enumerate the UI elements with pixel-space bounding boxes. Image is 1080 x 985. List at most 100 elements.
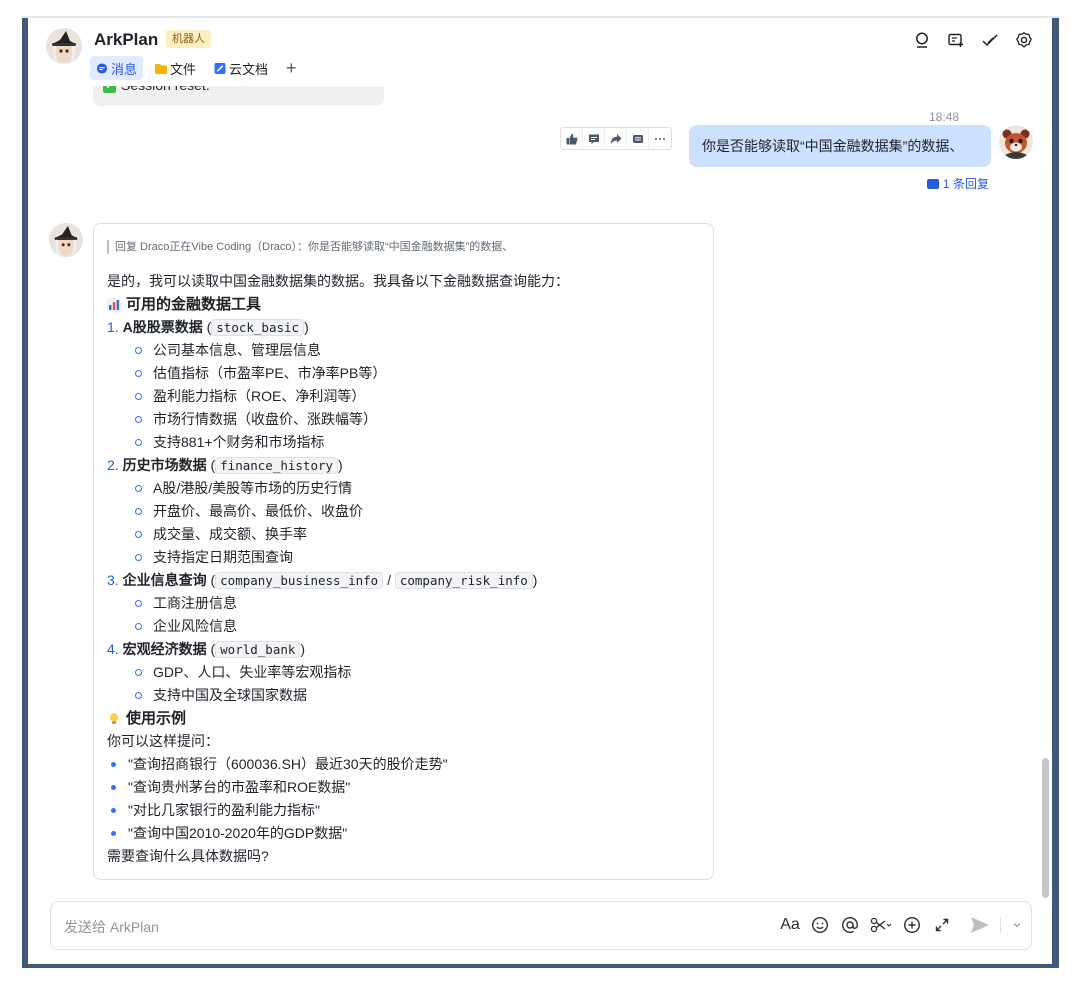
list-item: 支持指定日期范围查询	[107, 546, 707, 569]
app-frame: ArkPlan 机器人 消息 文件 云文档 + ✓ 18:48 你是否能够读取“…	[0, 0, 1080, 985]
user-message-bubble[interactable]: 你是否能够读取“中国金融数据集”的数据、	[689, 125, 991, 167]
bot-reply-avatar[interactable]	[49, 223, 83, 257]
emoji-icon[interactable]	[810, 914, 830, 936]
add-tab-button[interactable]: +	[280, 56, 303, 80]
chat-bubble-icon	[96, 62, 108, 74]
message-toolbar	[560, 127, 672, 150]
user-avatar[interactable]	[999, 125, 1033, 159]
search-icon[interactable]	[912, 30, 932, 50]
tab-files[interactable]: 文件	[149, 56, 202, 80]
witch-avatar-icon	[46, 28, 82, 64]
list-item-text: GDP、人口、失业率等宏观指标	[153, 664, 352, 680]
chat-window: ArkPlan 机器人 消息 文件 云文档 + ✓ 18:48 你是否能够读取“…	[28, 18, 1052, 964]
settings-icon[interactable]	[1014, 30, 1034, 50]
bot-badge: 机器人	[166, 30, 211, 48]
list-item: "对比几家银行的盈利能力指标"	[107, 799, 707, 822]
frame-right-edge	[1052, 18, 1059, 966]
tool-name: A股股票数据	[122, 319, 203, 335]
hollow-bullet-icon	[135, 669, 142, 676]
tab-files-label: 文件	[170, 61, 197, 77]
hollow-bullet-icon	[135, 393, 142, 400]
tool-code[interactable]: company_business_info	[215, 572, 384, 589]
list-item: 支持中国及全球国家数据	[107, 684, 707, 707]
hollow-bullet-icon	[135, 692, 142, 699]
reply-bubble-icon	[927, 178, 939, 189]
hollow-bullet-icon	[135, 600, 142, 607]
reply-quote[interactable]: 回复 Draco正在Vibe Coding（Draco）：你是否能够读取“中国金…	[107, 240, 513, 254]
hollow-bullet-icon	[135, 508, 142, 515]
tool-code[interactable]: finance_history	[215, 457, 339, 474]
tab-docs[interactable]: 云文档	[208, 56, 274, 80]
list-item: 估值指标（市盈率PE、市净率PB等）	[107, 362, 707, 385]
ellipsis-icon[interactable]	[649, 128, 671, 149]
chat-tabs: 消息 文件 云文档 +	[90, 56, 303, 80]
list-item-text: 企业风险信息	[153, 618, 237, 634]
list-item-text: "查询中国2010-2020年的GDP数据"	[128, 825, 348, 841]
bar-chart-icon	[107, 297, 121, 312]
list-item-text: 盈利能力指标（ROE、净利润等）	[153, 388, 366, 404]
list-item-text: A股/港股/美股等市场的历史行情	[153, 480, 353, 496]
tool-name: 宏观经济数据	[122, 641, 207, 657]
new-chat-icon[interactable]	[946, 30, 966, 50]
reply-count-label: 1 条回复	[943, 177, 990, 191]
bot-message-card[interactable]: 回复 Draco正在Vibe Coding（Draco）：你是否能够读取“中国金…	[93, 223, 714, 880]
mention-icon[interactable]	[840, 914, 860, 936]
tool-number: 1.	[107, 319, 119, 335]
composer-actions: Aa	[780, 914, 1023, 936]
bullet-icon	[111, 785, 116, 790]
text-format-icon[interactable]: Aa	[780, 914, 800, 936]
examples-heading-label: 使用示例	[126, 710, 187, 727]
bullet-icon	[111, 831, 116, 836]
list-item-text: "查询贵州茅台的市盈率和ROE数据"	[128, 779, 351, 795]
divider	[1000, 917, 1001, 933]
chat-title[interactable]: ArkPlan	[94, 30, 158, 50]
list-item: GDP、人口、失业率等宏观指标	[107, 661, 707, 684]
tools-heading: 可用的金融数据工具	[107, 293, 707, 316]
hollow-bullet-icon	[135, 439, 142, 446]
tools-heading-label: 可用的金融数据工具	[126, 296, 262, 313]
list-item: 开盘价、最高价、最低价、收盘价	[107, 500, 707, 523]
examples-intro: 你可以这样提问：	[107, 733, 219, 749]
examples-heading: 使用示例	[107, 707, 707, 730]
list-item: "查询招商银行（600036.SH）最近30天的股价走势"	[107, 753, 707, 776]
bullet-icon	[111, 762, 116, 767]
tool-code[interactable]: stock_basic	[211, 319, 305, 336]
bullet-icon	[111, 808, 116, 813]
lightbulb-icon	[109, 712, 119, 724]
frame-bottom-edge	[22, 964, 1059, 968]
send-icon[interactable]	[970, 914, 990, 936]
witch-avatar-icon	[49, 223, 83, 257]
list-item-text: 市场行情数据（收盘价、涨跌幅等）	[153, 411, 377, 427]
composer-placeholder[interactable]: 发送给 ArkPlan	[64, 917, 159, 937]
hollow-bullet-icon	[135, 554, 142, 561]
chevron-down-icon[interactable]	[1011, 914, 1023, 936]
intro-text: 是的，我可以读取中国金融数据集的数据。我具备以下金融数据查询能力：	[107, 273, 569, 289]
forward-icon[interactable]	[605, 128, 627, 149]
expand-icon[interactable]	[932, 914, 952, 936]
scissors-icon[interactable]	[870, 914, 892, 936]
scrollbar[interactable]	[1042, 758, 1049, 898]
tool-item-macro: 4. 宏观经济数据 (world_bank)	[107, 641, 306, 658]
tab-messages[interactable]: 消息	[90, 56, 144, 80]
list-item: 支持881+个财务和市场指标	[107, 431, 707, 454]
hollow-bullet-icon	[135, 623, 142, 630]
hollow-bullet-icon	[135, 485, 142, 492]
tab-messages-label: 消息	[111, 61, 138, 77]
add-circle-icon[interactable]	[902, 914, 922, 936]
comment-icon[interactable]	[583, 128, 605, 149]
reply-count-link[interactable]: 1 条回复	[927, 175, 989, 192]
list-item: "查询中国2010-2020年的GDP数据"	[107, 822, 707, 845]
bot-avatar[interactable]	[46, 28, 82, 64]
doc-icon	[214, 62, 226, 74]
list-item-text: 估值指标（市盈率PE、市净率PB等）	[153, 365, 387, 381]
list-item-text: 支持指定日期范围查询	[153, 549, 293, 565]
tool-code[interactable]: company_risk_info	[394, 572, 533, 589]
tool-code[interactable]: world_bank	[215, 641, 301, 658]
list-item: "查询贵州茅台的市盈率和ROE数据"	[107, 776, 707, 799]
more-action-icon[interactable]	[627, 128, 649, 149]
message-composer[interactable]: 发送给 ArkPlan Aa	[50, 901, 1032, 950]
task-check-icon[interactable]	[980, 30, 1000, 50]
tool-item-company: 3. 企业信息查询 (company_business_info / compa…	[107, 572, 538, 589]
thumbs-up-icon[interactable]	[561, 128, 583, 149]
tool-number: 2.	[107, 457, 119, 473]
